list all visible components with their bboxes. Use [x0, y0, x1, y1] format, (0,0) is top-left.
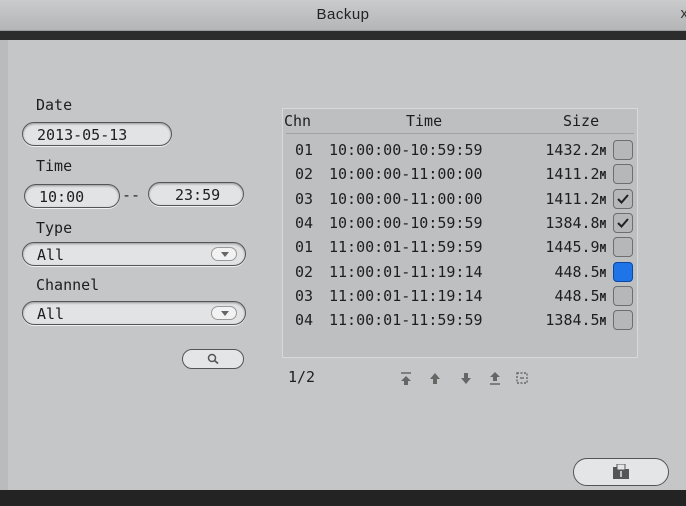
row-time: 10:00:00-11:00:00 [329, 189, 483, 208]
table-row[interactable]: 03 10:00:00-11:00:00 1411.2M [283, 188, 637, 212]
table-row[interactable]: 01 10:00:00-10:59:59 1432.2M [283, 139, 637, 163]
column-header-size: Size [563, 112, 600, 130]
column-header-time: Time [406, 112, 443, 130]
row-size: 1445.9M [545, 238, 606, 256]
row-checkbox[interactable] [613, 188, 633, 209]
header-divider [286, 133, 634, 134]
row-channel: 02 [295, 165, 314, 184]
row-size-unit: M [599, 266, 607, 280]
next-page-icon[interactable] [458, 368, 474, 388]
row-size-unit: M [599, 315, 607, 329]
time-separator: -- [122, 186, 141, 204]
row-channel: 04 [295, 311, 314, 330]
row-time: 11:00:01-11:59:59 [329, 238, 483, 257]
page-indicator: 1/2 [288, 368, 316, 386]
column-header-chn: Chn [284, 112, 312, 130]
table-row[interactable]: 02 11:00:01-11:19:14 448.5M [283, 261, 637, 285]
row-checkbox[interactable] [613, 261, 633, 282]
row-size-value: 1384.8 [545, 213, 600, 232]
first-page-icon[interactable] [398, 368, 414, 388]
row-time: 11:00:01-11:19:14 [329, 262, 483, 281]
row-time: 11:00:01-11:59:59 [329, 311, 483, 330]
row-size-value: 1384.5 [545, 311, 600, 330]
checkmark-icon [617, 218, 629, 228]
window-title: Backup [316, 6, 370, 23]
date-field[interactable]: 2013-05-13 [22, 122, 172, 146]
row-checkbox[interactable] [613, 285, 633, 306]
row-size: 1384.5M [545, 311, 606, 329]
select-all-icon[interactable] [514, 368, 530, 388]
type-dropdown[interactable]: All [22, 242, 246, 266]
row-size: 1411.2M [545, 190, 606, 208]
prev-page-icon[interactable] [427, 368, 443, 388]
row-size: 1432.2M [545, 141, 606, 159]
row-time: 10:00:00-10:59:59 [329, 141, 483, 159]
row-time: 10:00:00-10:59:59 [329, 213, 483, 232]
row-size: 1411.2M [545, 165, 606, 183]
row-size-value: 1411.2 [545, 165, 600, 184]
row-channel: 01 [295, 141, 314, 159]
row-size-unit: M [599, 145, 607, 158]
row-checkbox[interactable] [613, 310, 633, 331]
table-row[interactable]: 01 11:00:01-11:59:59 1445.9M [283, 236, 637, 260]
row-channel: 03 [295, 189, 314, 208]
row-size-value: 1411.2 [545, 189, 600, 208]
row-size-unit: M [599, 242, 607, 256]
row-time: 10:00:00-11:00:00 [329, 165, 483, 184]
row-size: 1384.8M [545, 214, 606, 232]
row-size-unit: M [599, 193, 607, 207]
table-row[interactable]: 02 10:00:00-11:00:00 1411.2M [283, 163, 637, 187]
time-end-value: 23:59 [175, 186, 221, 204]
chevron-down-icon [211, 306, 237, 320]
date-label: Date [36, 96, 73, 114]
row-time: 11:00:01-11:19:14 [329, 286, 483, 305]
row-size-value: 1445.9 [545, 238, 600, 257]
backup-window: Backup x Date 2013-05-13 Time 10:00 -- 2… [0, 0, 686, 506]
row-size-value: 448.5 [554, 286, 600, 305]
type-value: All [37, 246, 65, 264]
channel-dropdown[interactable]: All [22, 301, 246, 325]
close-icon[interactable]: x [681, 5, 686, 22]
backup-button[interactable] [573, 458, 669, 486]
row-size: 448.5M [555, 287, 607, 305]
row-channel: 02 [295, 262, 314, 281]
time-start-field[interactable]: 10:00 [24, 184, 120, 208]
row-checkbox[interactable] [613, 140, 633, 160]
row-size-unit: M [599, 290, 607, 304]
row-channel: 04 [295, 213, 314, 232]
row-size: 448.5M [555, 263, 607, 281]
row-channel: 01 [295, 238, 314, 257]
row-checkbox[interactable] [613, 164, 633, 185]
time-end-field[interactable]: 23:59 [148, 182, 244, 206]
backup-folder-icon [613, 464, 629, 479]
table-row[interactable]: 04 11:00:01-11:59:59 1384.5M [283, 309, 637, 333]
time-label: Time [36, 157, 73, 175]
row-size-value: 1432.2 [545, 141, 600, 159]
table-row[interactable]: 03 11:00:01-11:19:14 448.5M [283, 285, 637, 309]
chevron-down-icon [211, 247, 237, 261]
row-checkbox[interactable] [613, 237, 633, 258]
channel-value: All [37, 305, 65, 323]
date-value: 2013-05-13 [37, 126, 128, 144]
search-button[interactable] [182, 349, 244, 369]
row-size-unit: M [599, 169, 607, 183]
row-checkbox[interactable] [613, 212, 633, 233]
row-size-value: 448.5 [554, 262, 600, 281]
last-page-icon[interactable] [487, 368, 503, 388]
title-bar: Backup x [0, 0, 686, 31]
checkmark-icon [617, 193, 629, 204]
bottom-bar [0, 490, 686, 506]
search-icon [207, 353, 219, 365]
table-row[interactable]: 04 10:00:00-10:59:59 1384.8M [283, 212, 637, 236]
time-start-value: 10:00 [39, 188, 85, 206]
row-size-unit: M [599, 217, 607, 231]
title-divider [0, 31, 686, 40]
channel-label: Channel [36, 276, 100, 294]
type-label: Type [36, 219, 73, 237]
row-channel: 03 [295, 286, 314, 305]
